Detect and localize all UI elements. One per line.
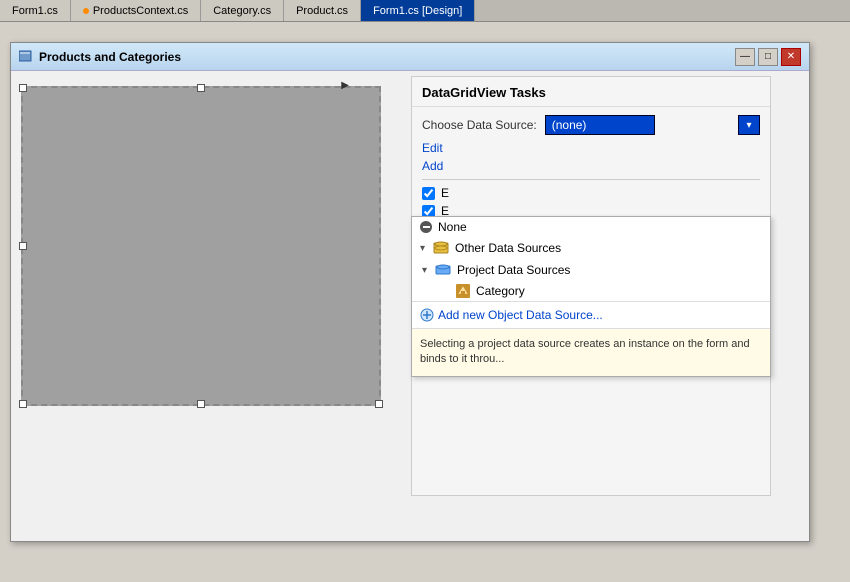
tasks-title: DataGridView Tasks (422, 85, 546, 100)
tab-categorycs[interactable]: Category.cs (201, 0, 284, 21)
expand-arrow-project: ▾ (422, 265, 427, 276)
checkbox-row-0: E (422, 186, 760, 200)
checkbox-label-0: E (441, 186, 449, 200)
datasource-icon-other (433, 240, 449, 256)
tasks-header: DataGridView Tasks (412, 77, 770, 107)
window-titlebar: Products and Categories — □ ✕ (11, 43, 809, 71)
popup-add-new[interactable]: Add new Object Data Source... (412, 301, 770, 328)
dropdown-popup: None ▾ Other Data Sources ▾ (411, 216, 771, 377)
window-title: Products and Categories (19, 50, 181, 64)
window-title-text: Products and Categories (39, 50, 181, 64)
datagrid-panel: ▶ (11, 71, 411, 541)
choose-datasource-label: Choose Data Source: (422, 118, 537, 132)
expand-arrow-other: ▾ (420, 243, 425, 254)
popup-item-none[interactable]: None (412, 217, 770, 237)
window-icon (19, 50, 33, 64)
tab-productcs-label: Product.cs (296, 5, 348, 17)
tab-productscontext-label: ProductsContext.cs (93, 5, 188, 17)
edit-columns-link[interactable]: Edit (422, 141, 760, 155)
handle-top-left[interactable] (19, 84, 27, 92)
datasource-icon-project (435, 262, 451, 278)
tab-productcs[interactable]: Product.cs (284, 0, 361, 21)
datasource-current-value: (none) (552, 118, 587, 132)
popup-category-label: Category (476, 284, 525, 298)
window-controls: — □ ✕ (735, 48, 801, 66)
separator1 (422, 179, 760, 180)
handle-bottom-right[interactable] (375, 400, 383, 408)
handle-bottom-left[interactable] (19, 400, 27, 408)
handle-bottom-center[interactable] (197, 400, 205, 408)
popup-item-project-datasources[interactable]: ▾ Project Data Sources (412, 259, 770, 281)
tab-bar: Form1.cs ProductsContext.cs Category.cs … (0, 0, 850, 22)
window: Products and Categories — □ ✕ ▶ (10, 42, 810, 542)
popup-info-text: Selecting a project data source creates … (420, 338, 750, 365)
handle-top-center[interactable] (197, 84, 205, 92)
category-icon (456, 284, 470, 298)
popup-item-other-datasources[interactable]: ▾ Other Data Sources (412, 237, 770, 259)
add-column-link[interactable]: Add (422, 159, 760, 173)
datasource-dropdown[interactable]: (none) (545, 115, 655, 135)
datasource-dropdown-arrow[interactable]: ▾ (738, 115, 760, 135)
popup-project-datasources-label: Project Data Sources (457, 263, 570, 277)
tab-productscontext[interactable]: ProductsContext.cs (71, 0, 201, 21)
popup-none-label: None (438, 220, 467, 234)
popup-other-datasources-label: Other Data Sources (455, 241, 561, 255)
window-content: ▶ DataGridView Tasks Choose Data Source: (11, 71, 809, 541)
checkbox-0[interactable] (422, 187, 435, 200)
tab-form1cs-label: Form1.cs (12, 5, 58, 17)
handle-middle-left[interactable] (19, 242, 27, 250)
add-datasource-icon (420, 308, 434, 322)
tab-form1design-label: Form1.cs [Design] (373, 5, 462, 17)
tab-form1cs[interactable]: Form1.cs (0, 0, 71, 21)
tab-categorycs-label: Category.cs (213, 5, 271, 17)
none-icon (420, 221, 432, 233)
main-area: Products and Categories — □ ✕ ▶ (0, 22, 850, 582)
scroll-arrow[interactable]: ▶ (341, 80, 349, 91)
data-source-row: Choose Data Source: (none) ▾ (422, 115, 760, 135)
tab-productscontext-dot (83, 8, 89, 14)
popup-item-category[interactable]: Category (412, 281, 770, 301)
minimize-button[interactable]: — (735, 48, 755, 66)
datasource-dropdown-container: (none) ▾ (545, 115, 760, 135)
close-button[interactable]: ✕ (781, 48, 801, 66)
maximize-button[interactable]: □ (758, 48, 778, 66)
popup-add-new-label: Add new Object Data Source... (438, 308, 603, 322)
tab-form1design[interactable]: Form1.cs [Design] (361, 0, 475, 21)
datagrid-view[interactable]: ▶ (21, 86, 381, 406)
popup-info: Selecting a project data source creates … (412, 328, 770, 376)
